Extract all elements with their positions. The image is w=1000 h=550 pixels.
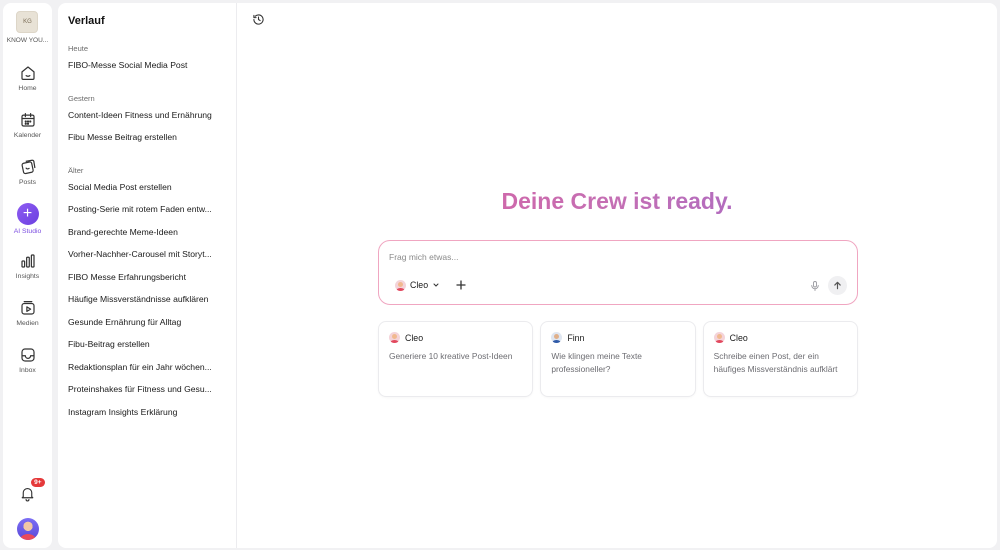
add-attachment-button[interactable]	[454, 278, 468, 292]
suggestion-card[interactable]: Finn Wie klingen meine Texte professione…	[540, 321, 696, 397]
nav-label-calendar: Kalender	[13, 132, 42, 139]
inbox-icon	[20, 348, 35, 362]
card-header: Cleo	[389, 332, 522, 343]
card-prompt-text: Generiere 10 kreative Post-Ideen	[389, 351, 513, 361]
notifications-button[interactable]: 9+	[17, 478, 45, 504]
home-icon	[20, 66, 35, 80]
history-item[interactable]: FIBO-Messe Social Media Post	[58, 54, 230, 77]
suggestion-card[interactable]: Cleo Schreibe einen Post, der ein häufig…	[702, 321, 858, 397]
agent-avatar	[395, 279, 406, 291]
nav-label-posts: Posts	[19, 179, 36, 186]
history-item[interactable]: Häufige Missverständnisse aufklären	[58, 288, 230, 311]
agent-name: Cleo	[410, 280, 429, 290]
card-prompt-text: Schreibe einen Post, der ein häufiges Mi…	[713, 351, 838, 374]
workspace-switcher[interactable]: KG KNOW YOU...	[7, 11, 48, 44]
rail-bottom: 9+	[16, 478, 45, 540]
card-agent-name: Finn	[567, 332, 585, 343]
workspace-logo: KG	[16, 11, 39, 33]
agent-selector[interactable]: Cleo	[389, 275, 446, 295]
history-icon[interactable]	[252, 13, 265, 26]
bell-icon	[21, 487, 34, 501]
history-item[interactable]: Redaktionsplan für ein Jahr wöchen...	[58, 356, 230, 379]
history-item[interactable]: Instagram Insights Erklärung	[58, 401, 230, 424]
main-panel: Deine Crew ist ready. Cleo Cleo Generier…	[237, 3, 997, 548]
suggestion-card[interactable]: Cleo Generiere 10 kreative Post-Ideen	[378, 321, 534, 397]
bar-chart-icon	[20, 254, 35, 268]
agent-avatar	[551, 332, 563, 343]
nav-item-inbox[interactable]: Inbox	[3, 340, 52, 387]
nav-item-calendar[interactable]: Kalender	[3, 105, 52, 152]
arrow-up-icon	[834, 281, 841, 290]
nav-label-home: Home	[18, 85, 37, 92]
nav-item-insights[interactable]: Insights	[3, 246, 52, 293]
microphone-icon[interactable]	[809, 280, 821, 292]
plus-icon	[456, 280, 466, 290]
agent-avatar	[713, 332, 725, 343]
history-group-label: Älter	[68, 165, 84, 175]
history-item[interactable]: Proteinshakes für Fitness und Gesu...	[58, 378, 230, 401]
nav-label-media: Medien	[16, 320, 39, 327]
nav-item-media[interactable]: Medien	[3, 293, 52, 340]
card-agent-name: Cleo	[729, 332, 748, 343]
history-item[interactable]: Fibu-Beitrag erstellen	[58, 333, 230, 356]
agent-avatar	[389, 332, 400, 343]
history-group-label: Heute	[68, 44, 89, 53]
nav-label-insights: Insights	[15, 273, 40, 280]
card-header: Finn	[551, 332, 684, 343]
chevron-down-icon	[433, 283, 439, 287]
card-agent-name: Cleo	[405, 332, 424, 343]
rail-nav: Home Kalender Posts + AI Studio Insights…	[3, 58, 52, 387]
nav-item-ai-studio[interactable]: + AI Studio	[3, 199, 52, 246]
app-rail: KG KNOW YOU... Home Kalender Posts + AI …	[3, 3, 52, 548]
workspace-name: KNOW YOU...	[6, 37, 49, 44]
suggestion-cards: Cleo Generiere 10 kreative Post-Ideen Fi…	[378, 321, 858, 397]
plus-icon: +	[16, 203, 39, 225]
chat-composer: Cleo	[378, 240, 858, 305]
card-prompt-text: Wie klingen meine Texte professioneller?	[551, 351, 642, 374]
history-item[interactable]: Gesunde Ernährung für Alltag	[58, 311, 230, 334]
history-item[interactable]: Posting-Serie mit rotem Faden entw...	[58, 198, 230, 221]
history-item[interactable]: Content-Ideen Fitness und Ernährung	[58, 104, 230, 127]
nav-item-posts[interactable]: Posts	[3, 152, 52, 199]
notification-badge: 9+	[31, 478, 45, 487]
history-item[interactable]: Fibu Messe Beitrag erstellen	[58, 126, 230, 149]
media-icon	[20, 301, 35, 315]
page-headline: Deine Crew ist ready.	[237, 188, 997, 215]
history-title: Verlauf	[68, 15, 105, 27]
nav-label-ai-studio: AI Studio	[13, 228, 42, 235]
send-button[interactable]	[828, 276, 847, 295]
history-item[interactable]: Social Media Post erstellen	[58, 176, 230, 199]
history-item[interactable]: FIBO Messe Erfahrungsbericht	[58, 266, 230, 289]
nav-item-home[interactable]: Home	[3, 58, 52, 105]
card-header: Cleo	[713, 332, 847, 343]
history-item[interactable]: Vorher-Nachher-Carousel mit Storyt...	[58, 243, 230, 266]
chat-input[interactable]	[389, 252, 769, 262]
posts-icon	[21, 159, 35, 175]
nav-label-inbox: Inbox	[19, 367, 36, 374]
history-group-label: Gestern	[68, 93, 95, 103]
history-panel: Verlauf Heute FIBO-Messe Social Media Po…	[58, 3, 237, 548]
user-avatar[interactable]	[16, 518, 39, 540]
history-item[interactable]: Brand-gerechte Meme-Ideen	[58, 221, 230, 244]
calendar-icon	[20, 113, 35, 127]
